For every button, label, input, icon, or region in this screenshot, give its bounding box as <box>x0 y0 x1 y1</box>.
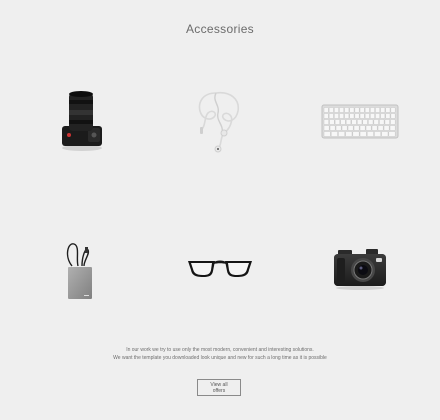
view-all-offers-button[interactable]: View all offers <box>197 379 241 396</box>
compact-camera-icon <box>334 249 386 290</box>
hard-drive-icon <box>66 243 92 299</box>
product-keyboard[interactable] <box>310 76 410 166</box>
description-line-2: We want the template you downloaded look… <box>113 354 327 361</box>
product-external-hard-drive[interactable] <box>30 224 130 314</box>
keyboard-icon <box>321 104 399 139</box>
dslr-camera-icon <box>62 91 102 151</box>
product-dslr-camera[interactable] <box>32 76 132 166</box>
products-grid <box>0 0 440 330</box>
description-line-1: In our work we try to use only the most … <box>126 347 314 353</box>
product-earphones[interactable] <box>170 76 270 166</box>
section-description: In our work we try to use only the most … <box>0 347 440 362</box>
product-compact-camera[interactable] <box>310 224 410 314</box>
glasses-icon <box>188 260 252 277</box>
product-glasses[interactable] <box>170 224 270 314</box>
earphones-icon <box>198 91 240 153</box>
